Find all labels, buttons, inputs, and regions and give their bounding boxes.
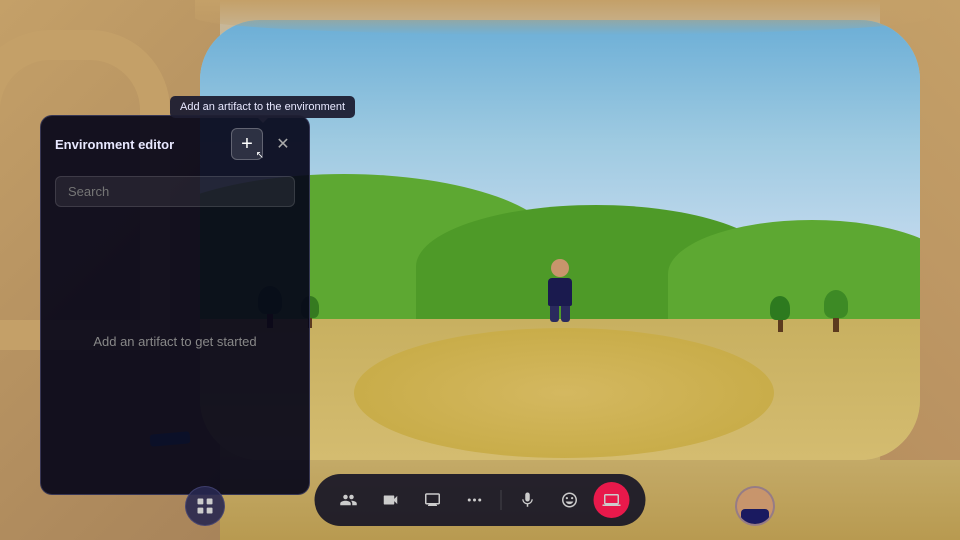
avatar-button[interactable] xyxy=(735,486,775,526)
more-button[interactable] xyxy=(457,482,493,518)
left-toolbar xyxy=(185,486,225,526)
empty-state-text: Add an artifact to get started xyxy=(93,334,256,349)
tree xyxy=(824,290,848,332)
search-input[interactable] xyxy=(55,176,295,207)
panel-header: Environment editor + ↖ ✕ xyxy=(41,116,309,170)
toolbar-separator xyxy=(501,490,502,510)
add-artifact-button[interactable]: + ↖ xyxy=(231,128,263,160)
search-container xyxy=(41,170,309,217)
avatar-body-icon xyxy=(741,509,769,525)
header-actions: + ↖ ✕ xyxy=(231,128,295,160)
apps-button[interactable] xyxy=(185,486,225,526)
tree xyxy=(770,296,790,332)
microphone-icon xyxy=(519,491,537,509)
close-panel-button[interactable]: ✕ xyxy=(271,132,295,156)
more-icon xyxy=(466,491,484,509)
share-icon xyxy=(603,491,621,509)
monitor-button[interactable] xyxy=(415,482,451,518)
scene-avatar xyxy=(545,259,575,319)
main-toolbar xyxy=(315,474,646,526)
camera-icon xyxy=(382,491,400,509)
people-icon xyxy=(340,491,358,509)
monitor-icon xyxy=(424,491,442,509)
hill3 xyxy=(668,220,920,328)
close-icon: ✕ xyxy=(276,134,289,154)
camera-button[interactable] xyxy=(373,482,409,518)
emoji-button[interactable] xyxy=(552,482,588,518)
circular-platform xyxy=(354,328,774,458)
cursor-icon: ↖ xyxy=(256,150,264,161)
plus-icon: + xyxy=(241,134,253,154)
microphone-button[interactable] xyxy=(510,482,546,518)
panel-empty-state: Add an artifact to get started xyxy=(41,217,309,465)
emoji-icon xyxy=(561,491,579,509)
panel-title: Environment editor xyxy=(55,137,174,152)
avatar-head-icon xyxy=(745,487,765,507)
right-toolbar xyxy=(735,486,775,526)
share-screen-button[interactable] xyxy=(594,482,630,518)
grid-icon xyxy=(195,496,215,516)
environment-editor-panel: Environment editor + ↖ ✕ Add an artifact… xyxy=(40,115,310,495)
people-button[interactable] xyxy=(331,482,367,518)
